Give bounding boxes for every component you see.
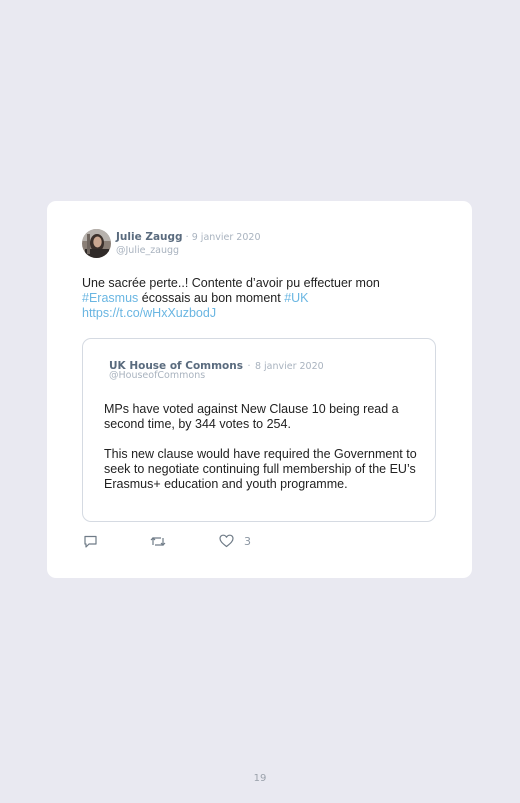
quoted-tweet-date[interactable]: 8 janvier 2020 (255, 361, 324, 372)
avatar[interactable] (82, 229, 111, 258)
tweet-text-part1: Une sacrée perte..! Contente d’avoir pu … (82, 276, 380, 290)
author-line: Julie Zaugg · 9 janvier 2020 (116, 231, 261, 244)
like-button[interactable]: 3 (219, 533, 251, 549)
hashtag-erasmus-link[interactable]: #Erasmus (82, 291, 138, 305)
reply-button[interactable] (83, 533, 98, 549)
avatar-image (82, 229, 111, 258)
retweet-icon (150, 536, 166, 546)
hashtag-uk-link[interactable]: #UK (284, 291, 308, 305)
quoted-meta-separator: · (247, 361, 251, 372)
page-number: 19 (253, 773, 267, 784)
quoted-tweet[interactable]: UK House of Commons · 8 janvier 2020 @Ho… (82, 338, 436, 522)
author-name[interactable]: Julie Zaugg (116, 231, 183, 243)
heart-icon (219, 534, 234, 548)
tweet-header: Julie Zaugg · 9 janvier 2020 @Julie_zaug… (82, 229, 442, 259)
meta-separator: · (185, 232, 189, 243)
quoted-author-handle[interactable]: @HouseofCommons (109, 370, 205, 381)
tweet-text: Une sacrée perte..! Contente d’avoir pu … (82, 276, 432, 321)
tweet-url-link[interactable]: https://t.co/wHxXuzbodJ (82, 306, 216, 320)
tweet-actions: 3 (83, 533, 333, 549)
like-count: 3 (244, 534, 251, 548)
quoted-tweet-text: MPs have voted against New Clause 10 bei… (104, 402, 424, 507)
quoted-paragraph-1: MPs have voted against New Clause 10 bei… (104, 402, 399, 431)
author-handle[interactable]: @Julie_zaugg (116, 245, 179, 256)
tweet-date[interactable]: 9 janvier 2020 (192, 232, 261, 243)
retweet-button[interactable] (150, 533, 166, 549)
tweet-card: Julie Zaugg · 9 janvier 2020 @Julie_zaug… (47, 201, 472, 578)
reply-icon (84, 535, 97, 548)
tweet-text-part2: écossais au bon moment (138, 291, 285, 305)
quoted-paragraph-2: This new clause would have required the … (104, 447, 417, 491)
